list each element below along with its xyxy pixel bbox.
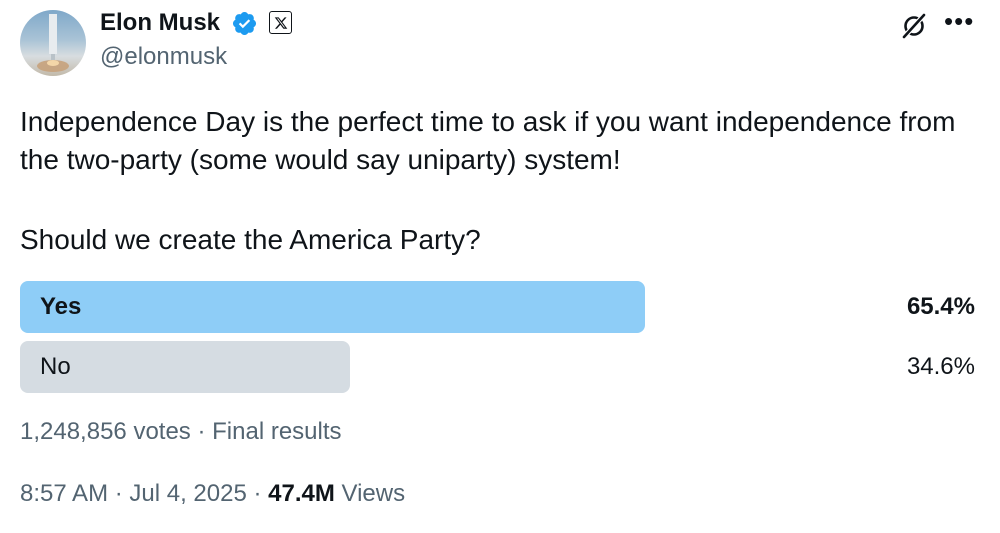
poll-option-label: No bbox=[40, 353, 71, 380]
poll-status: Final results bbox=[212, 418, 342, 445]
poll-option-yes: Yes 65.4% bbox=[20, 281, 980, 333]
separator: · bbox=[246, 480, 269, 507]
tweet-date[interactable]: Jul 4, 2025 bbox=[129, 480, 246, 507]
views-label: Views bbox=[334, 480, 406, 507]
poll-vote-count: 1,248,856 votes bbox=[20, 418, 191, 445]
verified-badge-icon[interactable] bbox=[231, 10, 258, 37]
author-handle[interactable]: @elonmusk bbox=[100, 42, 227, 72]
poll-option-label: Yes bbox=[40, 293, 82, 320]
poll-bar-yes bbox=[20, 281, 645, 333]
tweet-time[interactable]: 8:57 AM bbox=[20, 480, 108, 507]
tweet-paragraph-1: Independence Day is the perfect time to … bbox=[20, 106, 956, 175]
tweet-paragraph-2: Should we create the America Party? bbox=[20, 224, 481, 255]
tweet-meta: 8:57 AM · Jul 4, 2025 · 47.4M Views bbox=[20, 478, 405, 510]
more-options-icon[interactable]: ••• bbox=[944, 8, 974, 34]
tweet-text: Independence Day is the perfect time to … bbox=[20, 103, 980, 259]
grok-icon[interactable] bbox=[900, 12, 928, 40]
separator: · bbox=[190, 418, 213, 445]
views-count[interactable]: 47.4M bbox=[268, 480, 335, 507]
avatar[interactable] bbox=[20, 10, 86, 76]
poll-option-percent: 65.4% bbox=[906, 293, 975, 320]
author-name[interactable]: Elon Musk bbox=[100, 8, 220, 38]
x-logo-icon[interactable] bbox=[269, 11, 292, 34]
separator: · bbox=[108, 480, 130, 507]
poll-option-percent: 34.6% bbox=[906, 353, 975, 380]
poll-summary: 1,248,856 votes · Final results bbox=[20, 416, 342, 448]
poll-option-no: No 34.6% bbox=[20, 341, 980, 393]
